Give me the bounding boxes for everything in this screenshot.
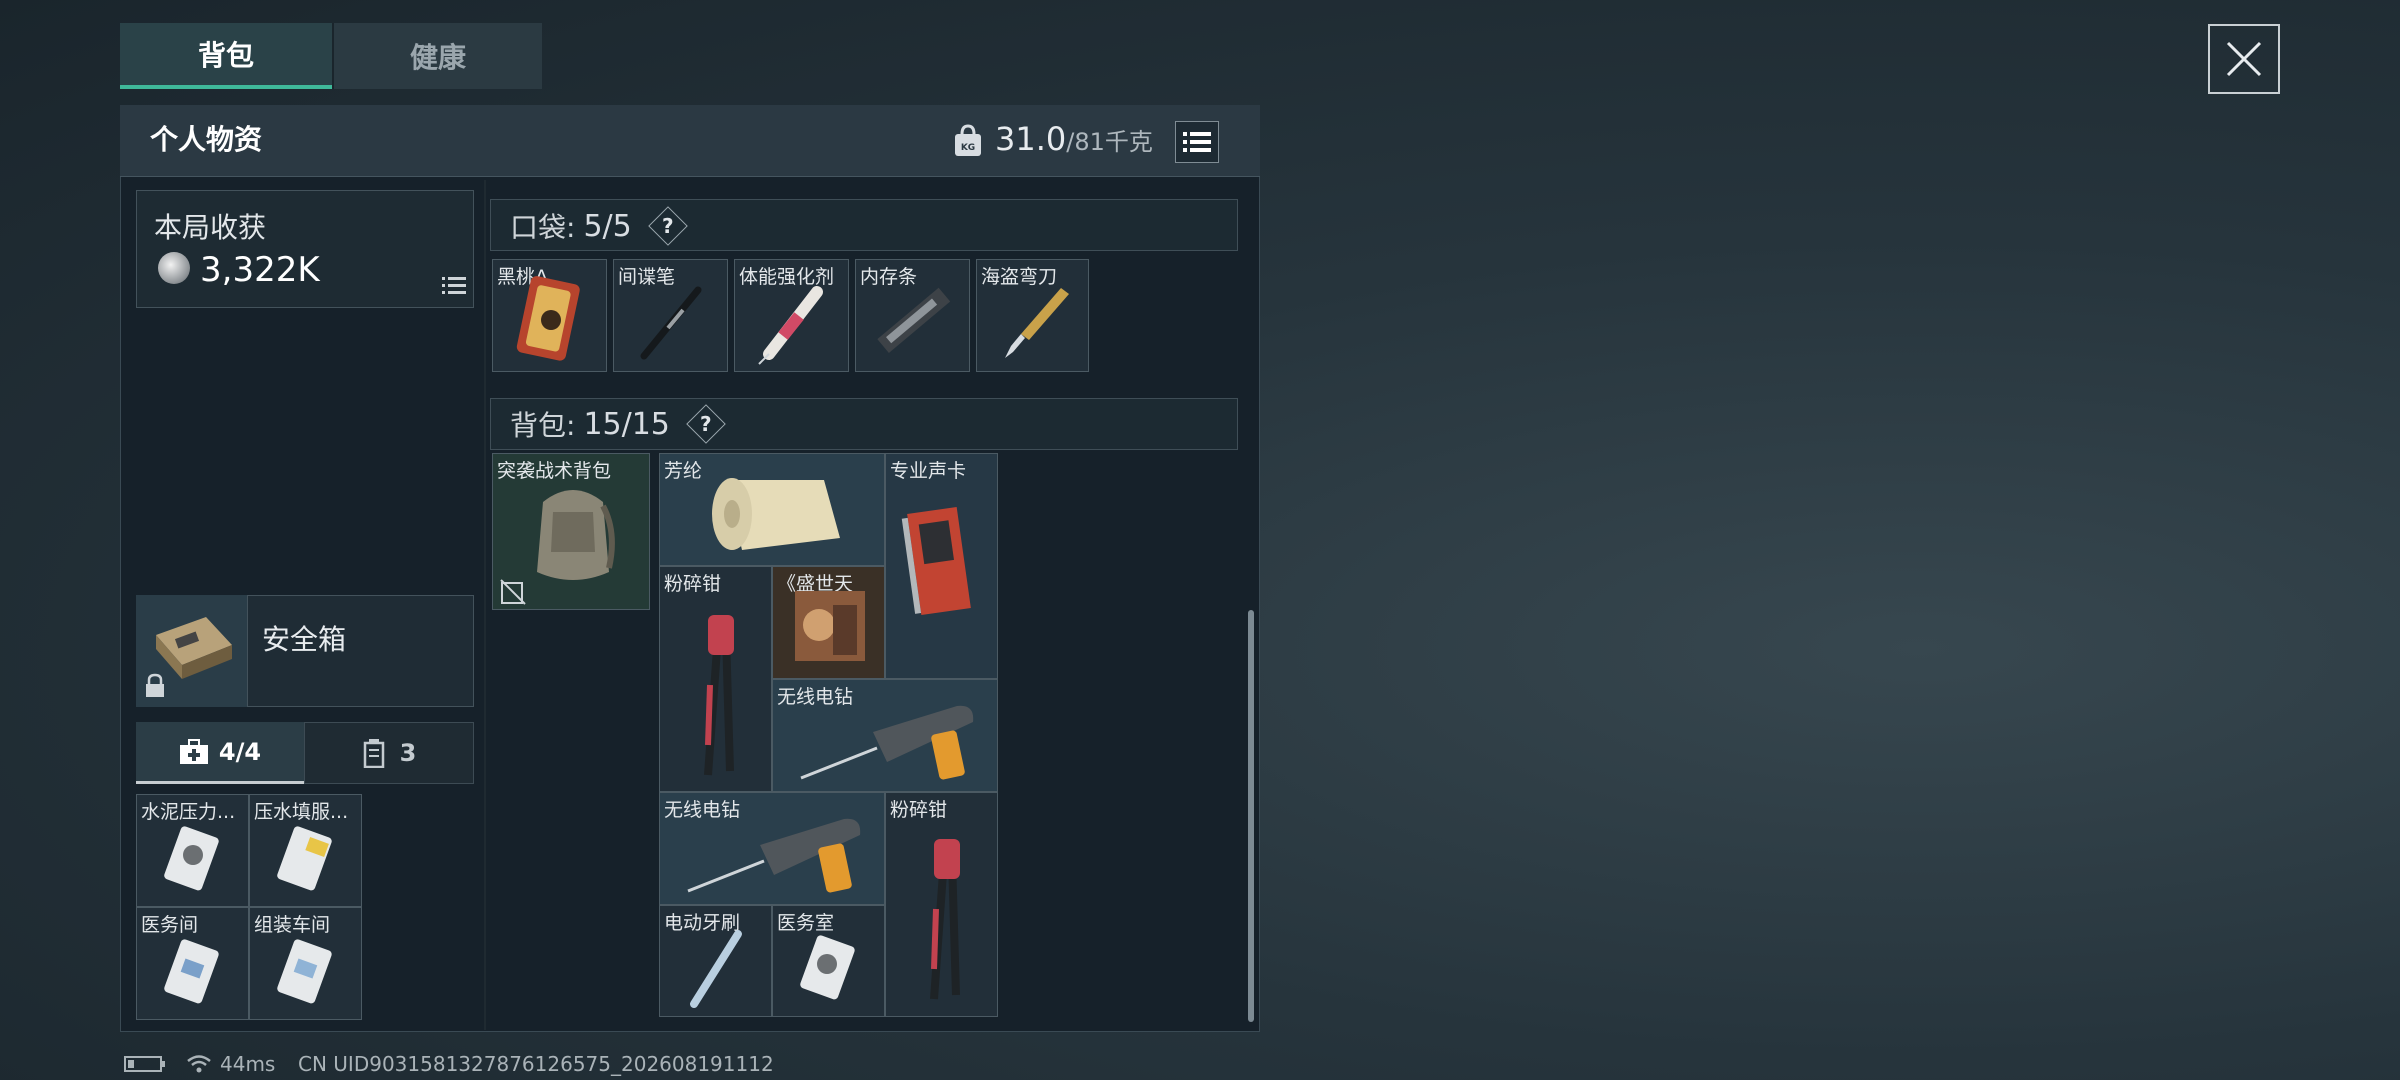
help-icon: ? (661, 213, 674, 238)
uid-text: CN UID903158132787612657​5_202608191112 (298, 1052, 774, 1076)
column-divider (484, 180, 486, 1030)
item-label: 粉碎钳 (664, 573, 722, 595)
backpack-item-slot[interactable]: 无线电钻 (772, 679, 998, 792)
backpack-item-slot[interactable]: 粉碎钳 (885, 792, 998, 1017)
pocket-slot[interactable]: 黑桃A (492, 259, 607, 372)
item-label: 组装车间 (254, 914, 331, 936)
backpack-label: 背包: (510, 409, 576, 442)
item-label: 水泥压力... (141, 801, 236, 823)
card-icon (516, 276, 580, 361)
keycard-icon (164, 939, 219, 1004)
safe-box-slot[interactable] (136, 595, 248, 707)
backpack-item-slot[interactable]: 芳纶 (659, 453, 885, 566)
knife-icon (1005, 288, 1069, 358)
record-album-icon (795, 591, 865, 661)
medical-slot[interactable]: 组装车间 (249, 907, 362, 1020)
pocket-slot[interactable]: 间谍笔 (613, 259, 728, 372)
pen-icon (640, 286, 702, 360)
drill-icon (687, 818, 861, 893)
wifi-icon (187, 1055, 211, 1073)
pocket-label: 口袋: (510, 211, 576, 244)
medical-slot[interactable]: 压水填服... (249, 794, 362, 907)
tab-backpack[interactable]: 背包 (120, 23, 332, 89)
pocket-slot[interactable]: 体能强化剂 (734, 259, 849, 372)
weight-capacity: /81千克 (1066, 128, 1153, 156)
svg-text:KG: KG (961, 143, 975, 153)
medical-slot[interactable]: 水泥压力... (136, 794, 249, 907)
close-icon (2226, 41, 2262, 77)
item-label: 医务间 (141, 914, 199, 936)
lock-icon (146, 673, 164, 697)
keycard-icon (164, 826, 219, 891)
list-icon (1183, 132, 1211, 152)
keycard-icon (277, 939, 332, 1004)
backpack-icon (537, 490, 615, 580)
medkit-icon (179, 738, 208, 764)
status-bar: 44ms (124, 1052, 275, 1076)
unequip-icon (500, 579, 526, 605)
backpack-item-slot[interactable]: 专业声卡 (885, 453, 998, 679)
backpack-heading: 背包: 15/15 ? (510, 404, 726, 444)
pocket-heading: 口袋: 5/5 ? (510, 206, 688, 246)
scrollbar[interactable] (1248, 610, 1254, 1022)
backpack-container-slot[interactable]: 突袭战术背包 (492, 453, 650, 610)
backpack-item-slot[interactable]: 电动牙刷 (659, 905, 772, 1017)
sort-list-button[interactable] (1175, 121, 1219, 163)
backpack-count: 15/15 (583, 406, 670, 442)
memory-stick-icon (877, 287, 951, 353)
item-label: 医务室 (777, 912, 835, 934)
backpack-item-slot[interactable]: 粉碎钳 (659, 566, 772, 792)
tab-ammo[interactable]: 3 (304, 722, 474, 784)
weight-current: 31.0 (995, 120, 1067, 158)
backpack-help-button[interactable]: ? (686, 404, 726, 444)
keycard-icon (800, 935, 855, 1000)
item-label: 专业声卡 (890, 460, 967, 482)
ping-readout: 44ms (220, 1052, 276, 1076)
tab-health[interactable]: 健康 (332, 23, 542, 89)
ammo-count: 3 (399, 739, 417, 767)
safe-box-label: 安全箱 (262, 623, 347, 656)
bolt-cutter-icon (704, 615, 734, 776)
help-icon: ? (700, 411, 712, 436)
pocket-slot[interactable]: 海盗弯刀 (976, 259, 1089, 372)
harvest-label: 本局收获 (154, 211, 267, 244)
magazine-icon (363, 739, 384, 768)
pocket-help-button[interactable]: ? (647, 206, 688, 246)
medical-count: 4/4 (218, 737, 262, 766)
close-button[interactable] (2208, 24, 2280, 94)
drill-icon (800, 705, 974, 780)
backpack-item-slot[interactable]: 无线电钻 (659, 792, 885, 905)
harvest-list-icon[interactable] (442, 276, 466, 296)
backpack-item-slot[interactable]: 医务室 (772, 905, 885, 1017)
bolt-cutter-icon (930, 839, 960, 1000)
coin-icon (158, 252, 190, 284)
harvest-value: 3,322K (200, 250, 320, 290)
weight-icon: KG (953, 124, 983, 158)
battery-icon (124, 1056, 165, 1072)
panel-title: 个人物资 (150, 123, 263, 156)
backpack-item-slot[interactable]: 《盛世天 (772, 566, 885, 679)
pocket-count: 5/5 (583, 208, 632, 244)
tab-medical[interactable]: 4/4 (136, 722, 304, 784)
item-label: 粉碎钳 (890, 799, 948, 821)
medical-slot[interactable]: 医务间 (136, 907, 249, 1020)
sound-card-icon (901, 507, 971, 615)
fabric-roll-icon (712, 478, 840, 550)
item-label: 压水填服... (254, 801, 349, 823)
keycard-icon (277, 826, 332, 891)
toothbrush-icon (690, 930, 742, 1008)
weight-readout: 31.0/81千克 (995, 120, 1153, 158)
syringe-icon (758, 286, 823, 365)
pocket-slot[interactable]: 内存条 (855, 259, 970, 372)
